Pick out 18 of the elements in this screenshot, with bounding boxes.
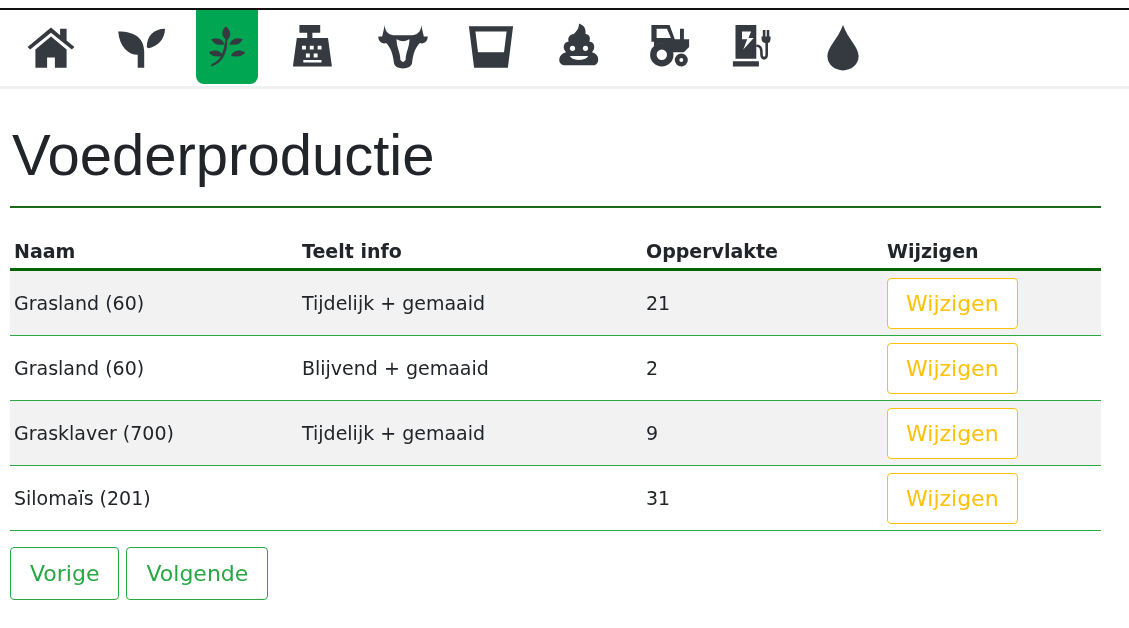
table-cell: Grasland (60): [10, 269, 298, 336]
edit-button[interactable]: Wijzigen: [887, 472, 1018, 524]
page-title: Voederproductie: [12, 121, 436, 188]
table-cell: Blijvend + gemaaid: [298, 335, 642, 401]
table-cell: Tijdelijk + gemaaid: [298, 269, 642, 336]
table-cell: Grasland (60): [10, 335, 298, 401]
table-cell: 2: [642, 335, 883, 401]
edit-button[interactable]: Wijzigen: [887, 342, 1018, 394]
pagination-button[interactable]: Volgende: [126, 547, 269, 600]
table-cell: 9: [642, 400, 883, 466]
table-cell: 21: [642, 269, 883, 336]
edit-button[interactable]: Wijzigen: [887, 407, 1018, 459]
pagination-button[interactable]: Vorige: [10, 547, 120, 600]
table-cell: Grasklaver (700): [10, 400, 298, 466]
edit-button[interactable]: Wijzigen: [887, 277, 1018, 329]
table-cell: Tijdelijk + gemaaid: [298, 400, 642, 466]
table-cell: 31: [642, 465, 883, 531]
table-cell: Silomaïs (201): [10, 465, 298, 531]
